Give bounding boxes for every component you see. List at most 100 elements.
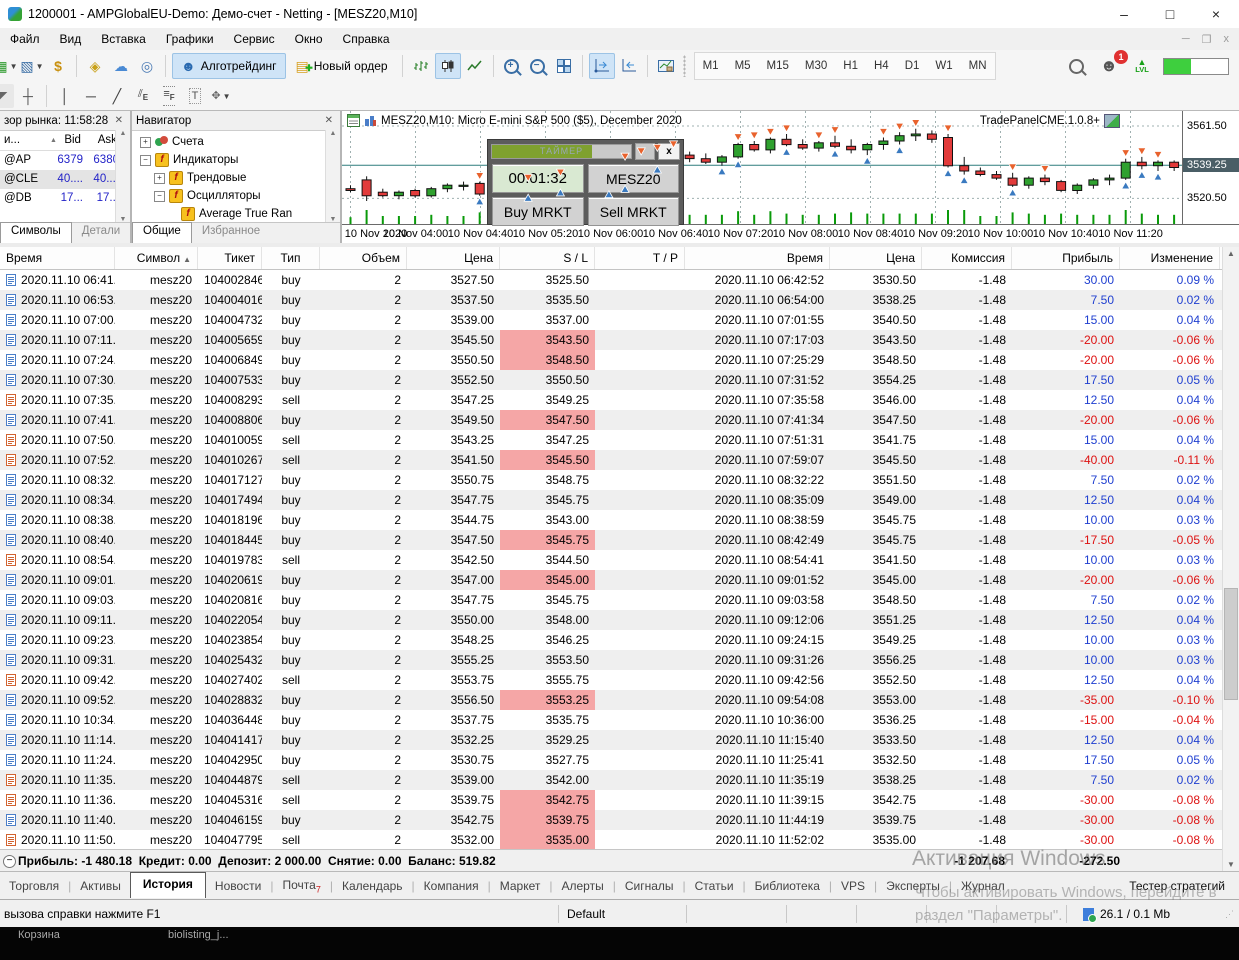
history-row[interactable]: 2020.11.10 09:52... mesz20 104028832 buy 2 35… [0, 690, 1239, 710]
one-click-trading-icon[interactable] [364, 114, 377, 127]
column-header-1[interactable]: Символ ▲ [115, 247, 198, 269]
timeframe-M30[interactable]: M30 [797, 54, 835, 78]
history-row[interactable]: 2020.11.10 06:53... mesz20 104004016 buy 2 35… [0, 290, 1239, 310]
history-row[interactable]: 2020.11.10 07:50... mesz20 104010059 sell 2 3… [0, 430, 1239, 450]
panel-minimize-button[interactable] [635, 143, 655, 160]
toolbox-tab-VPS[interactable]: VPS [832, 879, 874, 893]
history-row[interactable]: 2020.11.10 06:41... mesz20 104002846 buy 2 35… [0, 270, 1239, 290]
timeframe-M1[interactable]: M1 [695, 54, 727, 78]
history-row[interactable]: 2020.11.10 11:50... mesz20 104047795 sell 2 3… [0, 830, 1239, 850]
column-header-12[interactable]: Изменение [1120, 247, 1220, 269]
timeframe-M5[interactable]: M5 [727, 54, 759, 78]
tree-item-Осцилляторы[interactable]: − f Осцилляторы [136, 187, 340, 205]
close-icon[interactable]: ✕ [112, 115, 126, 126]
close-icon[interactable]: ✕ [322, 115, 336, 126]
fibonacci-tool-button[interactable]: ≡F [157, 84, 181, 108]
menu-item-Файл[interactable]: Файл [0, 28, 50, 50]
price-axis[interactable]: 3561.50 3520.50 3539.25 [1182, 111, 1239, 224]
column-header-10[interactable]: Комиссия [922, 247, 1012, 269]
menu-item-Окно[interactable]: Окно [285, 28, 333, 50]
menu-item-Сервис[interactable]: Сервис [224, 28, 285, 50]
history-row[interactable]: 2020.11.10 09:23... mesz20 104023854 buy 2 35… [0, 630, 1239, 650]
history-row[interactable]: 2020.11.10 09:31... mesz20 104025432 buy 2 35… [0, 650, 1239, 670]
cloud-button[interactable]: ☁ [109, 54, 133, 78]
timeframe-MN[interactable]: MN [961, 54, 995, 78]
timeframe-H4[interactable]: H4 [866, 54, 897, 78]
toolbox-tab-Новости[interactable]: Новости [206, 879, 270, 893]
strategy-tester-tab[interactable]: Тестер стратегий [1129, 879, 1239, 893]
history-row[interactable]: 2020.11.10 10:34... mesz20 104036448 buy 2 35… [0, 710, 1239, 730]
tree-item-Average True Ran[interactable]: f Average True Ran [136, 205, 340, 223]
symbol-button[interactable]: MESZ20 [587, 164, 679, 193]
history-row[interactable]: 2020.11.10 08:34... mesz20 104017494 buy 2 35… [0, 490, 1239, 510]
history-row[interactable]: 2020.11.10 09:01... mesz20 104020619 buy 2 35… [0, 570, 1239, 590]
profile-indicator[interactable]: Default [559, 905, 687, 923]
horizontal-line-tool-button[interactable]: ─ [79, 84, 103, 108]
desktop-icon-label[interactable]: biolisting_j... [168, 929, 229, 941]
vertical-line-tool-button[interactable]: │ [53, 84, 77, 108]
resize-grip[interactable]: ⋰ [1225, 909, 1239, 920]
menu-item-Графики[interactable]: Графики [156, 28, 224, 50]
history-row[interactable]: 2020.11.10 07:24... mesz20 104006849 buy 2 35… [0, 350, 1239, 370]
menu-item-Вид[interactable]: Вид [50, 28, 92, 50]
search-button[interactable] [1064, 54, 1088, 78]
column-header-9[interactable]: Цена [830, 247, 922, 269]
toolbox-tab-Календарь[interactable]: Календарь [333, 879, 412, 893]
history-row[interactable]: 2020.11.10 11:40... mesz20 104046159 buy 2 35… [0, 810, 1239, 830]
tree-item-Счета[interactable]: + Счета [136, 133, 340, 151]
new-order-button[interactable]: ▤ ✚ Новый ордер [288, 54, 396, 78]
depth-of-market-icon[interactable] [347, 114, 360, 127]
history-row[interactable]: 2020.11.10 08:54... mesz20 104019783 sell 2 3… [0, 550, 1239, 570]
column-header-4[interactable]: Объем [320, 247, 407, 269]
history-row[interactable]: 2020.11.10 07:35... mesz20 104008293 sell 2 3… [0, 390, 1239, 410]
panel-close-button[interactable]: x [658, 143, 680, 160]
history-row[interactable]: 2020.11.10 11:35... mesz20 104044879 sell 2 3… [0, 770, 1239, 790]
menu-item-Вставка[interactable]: Вставка [91, 28, 156, 50]
toolbox-tab-Библиотека[interactable]: Библиотека [746, 879, 829, 893]
mdi-minimize-icon[interactable]: ─ [1182, 33, 1190, 46]
history-row[interactable]: 2020.11.10 09:03... mesz20 104020816 buy 2 35… [0, 590, 1239, 610]
market-watch-row[interactable]: @DB 17... 17... [0, 189, 130, 208]
market-watch-button[interactable]: $ [46, 54, 70, 78]
expand-icon[interactable]: + [140, 136, 151, 148]
toolbox-tab-Алерты[interactable]: Алерты [552, 879, 612, 893]
toolbox-tab-Почта[interactable]: Почта7 [274, 878, 330, 894]
community-button[interactable]: ☻ 1 [1097, 50, 1128, 78]
toolbox-tab-Компания[interactable]: Компания [415, 879, 488, 893]
history-row[interactable]: 2020.11.10 08:32... mesz20 104017127 buy 2 35… [0, 470, 1239, 490]
close-button[interactable]: × [1193, 0, 1239, 28]
bars-mode-button[interactable] [409, 54, 433, 78]
sell-market-button[interactable]: Sell MRKT [587, 197, 679, 226]
toolbox-tab-Маркет[interactable]: Маркет [491, 879, 550, 893]
timeframe-D1[interactable]: D1 [897, 54, 928, 78]
column-header-0[interactable]: Время [0, 247, 115, 269]
buy-market-button[interactable]: Buy MRKT [492, 197, 584, 226]
navigator-scrollbar[interactable]: ▲ ▼ [325, 130, 340, 223]
history-row[interactable]: 2020.11.10 11:36... mesz20 104045316 sell 2 3… [0, 790, 1239, 810]
history-center-button[interactable]: ◈ [83, 54, 107, 78]
cursor-tool-button[interactable]: ◤ [0, 84, 14, 108]
tree-item-Трендовые[interactable]: + f Трендовые [136, 169, 340, 187]
expand-icon[interactable]: + [154, 172, 165, 184]
history-row[interactable]: 2020.11.10 09:11... mesz20 104022054 buy 2 35… [0, 610, 1239, 630]
tree-item-Индикаторы[interactable]: − f Индикаторы [136, 151, 340, 169]
history-row[interactable]: 2020.11.10 08:38... mesz20 104018196 buy 2 35… [0, 510, 1239, 530]
collapse-icon[interactable]: − [3, 855, 16, 868]
history-row[interactable]: 2020.11.10 07:00... mesz20 104004732 buy 2 35… [0, 310, 1239, 330]
trade-panel[interactable]: ТАЙМЕР x 00:01:32 MESZ20 Buy MRKT Sell M… [487, 139, 684, 226]
column-header-5[interactable]: Цена [407, 247, 500, 269]
toolbox-tab-Статьи[interactable]: Статьи [686, 879, 743, 893]
mdi-window-controls[interactable]: ─ ❐ x [1182, 33, 1239, 46]
tab-symbols[interactable]: Символы [0, 222, 72, 244]
history-row[interactable]: 2020.11.10 09:42... mesz20 104027402 sell 2 3… [0, 670, 1239, 690]
history-row[interactable]: 2020.11.10 07:30... mesz20 104007533 buy 2 35… [0, 370, 1239, 390]
crosshair-tool-button[interactable]: ┼ [16, 84, 40, 108]
column-header-6[interactable]: S / L [500, 247, 595, 269]
column-header-2[interactable]: Тикет [198, 247, 262, 269]
tab-favorites[interactable]: Избранное [192, 223, 270, 244]
channel-tool-button[interactable]: ⫽E [131, 84, 155, 108]
market-watch-row[interactable]: @CLE 40.... 40.... [0, 170, 130, 189]
chart-template-button[interactable] [654, 54, 678, 78]
history-row[interactable]: 2020.11.10 07:52... mesz20 104010267 sell 2 3… [0, 450, 1239, 470]
mdi-restore-icon[interactable]: ❐ [1202, 33, 1212, 46]
